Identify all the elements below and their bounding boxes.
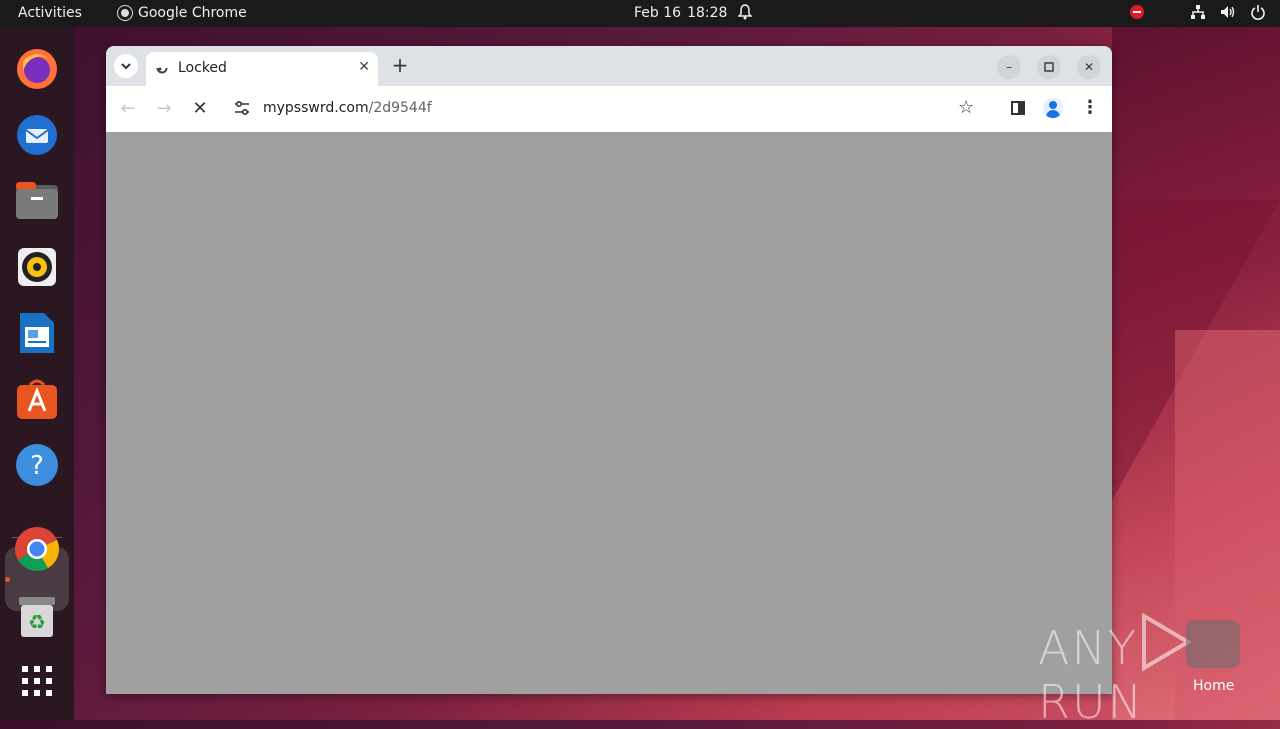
loading-favicon-icon xyxy=(156,62,168,74)
home-folder-icon[interactable] xyxy=(1186,620,1240,668)
tab-active[interactable]: Locked ✕ xyxy=(146,52,378,86)
minimize-button[interactable]: – xyxy=(997,55,1021,79)
svg-text:♻: ♻ xyxy=(28,610,46,634)
dock: ? ♻ xyxy=(0,27,74,720)
site-info-tune-icon[interactable] xyxy=(234,100,250,116)
bookmark-star-icon[interactable]: ☆ xyxy=(958,97,974,118)
app-menu[interactable]: Google Chrome xyxy=(118,5,247,21)
power-icon[interactable] xyxy=(1250,4,1266,20)
browser-toolbar: ← → ✕ mypsswrd.com/2d9544f ☆ ⋮ xyxy=(106,86,1112,132)
address-bar-url[interactable]: mypsswrd.com/2d9544f xyxy=(263,100,432,116)
running-indicator xyxy=(5,577,10,582)
side-panel-icon[interactable] xyxy=(1011,101,1025,115)
clock-date: Feb 16 xyxy=(634,5,682,21)
chrome-menu-icon[interactable]: ⋮ xyxy=(1081,97,1099,118)
profile-avatar-icon[interactable] xyxy=(1043,98,1063,118)
system-tray[interactable] xyxy=(1130,4,1266,20)
software-icon[interactable] xyxy=(14,376,60,422)
tab-close-icon[interactable]: ✕ xyxy=(358,59,370,75)
rhythmbox-icon[interactable] xyxy=(14,244,60,290)
url-host: mypsswrd.com xyxy=(263,100,369,116)
page-content-blank[interactable] xyxy=(106,132,1112,694)
notification-bell-icon[interactable] xyxy=(737,4,753,24)
clock[interactable]: Feb 16 18:28 xyxy=(634,5,727,21)
chrome-small-icon xyxy=(118,6,132,20)
chrome-icon[interactable] xyxy=(14,526,60,572)
tab-strip: Locked ✕ + – ✕ xyxy=(106,46,1112,86)
forward-button[interactable]: → xyxy=(153,98,175,119)
tab-search-chevron-down-icon[interactable] xyxy=(114,54,138,78)
svg-text:?: ? xyxy=(30,451,44,481)
clock-time: 18:28 xyxy=(687,5,728,21)
maximize-button[interactable] xyxy=(1037,55,1061,79)
trash-icon[interactable]: ♻ xyxy=(14,594,60,640)
stop-loading-button[interactable]: ✕ xyxy=(189,98,211,119)
files-icon[interactable] xyxy=(14,178,60,224)
url-path: /2d9544f xyxy=(368,100,432,116)
do-not-disturb-icon[interactable] xyxy=(1130,5,1144,19)
close-window-button[interactable]: ✕ xyxy=(1077,55,1101,79)
thunderbird-icon[interactable] xyxy=(14,112,60,158)
writer-icon[interactable] xyxy=(14,310,60,356)
back-button[interactable]: ← xyxy=(117,98,139,119)
omnibox[interactable]: mypsswrd.com/2d9544f xyxy=(224,90,994,128)
firefox-icon[interactable] xyxy=(14,46,60,92)
top-bar: Activities Google Chrome Feb 16 18:28 xyxy=(0,0,1280,27)
new-tab-button[interactable]: + xyxy=(388,54,412,78)
browser-window: Locked ✕ + – ✕ ← → ✕ mypsswrd.com/2d9544… xyxy=(106,46,1112,694)
home-label[interactable]: Home xyxy=(1193,678,1234,694)
activities-button[interactable]: Activities xyxy=(18,5,82,21)
app-name: Google Chrome xyxy=(138,5,247,21)
apps-grid-icon[interactable] xyxy=(14,658,60,704)
volume-icon[interactable] xyxy=(1220,4,1236,20)
network-icon[interactable] xyxy=(1190,4,1206,20)
anyrun-watermark: ANYRUN xyxy=(1038,612,1280,729)
tab-title: Locked xyxy=(178,60,227,76)
help-icon[interactable]: ? xyxy=(14,442,60,488)
